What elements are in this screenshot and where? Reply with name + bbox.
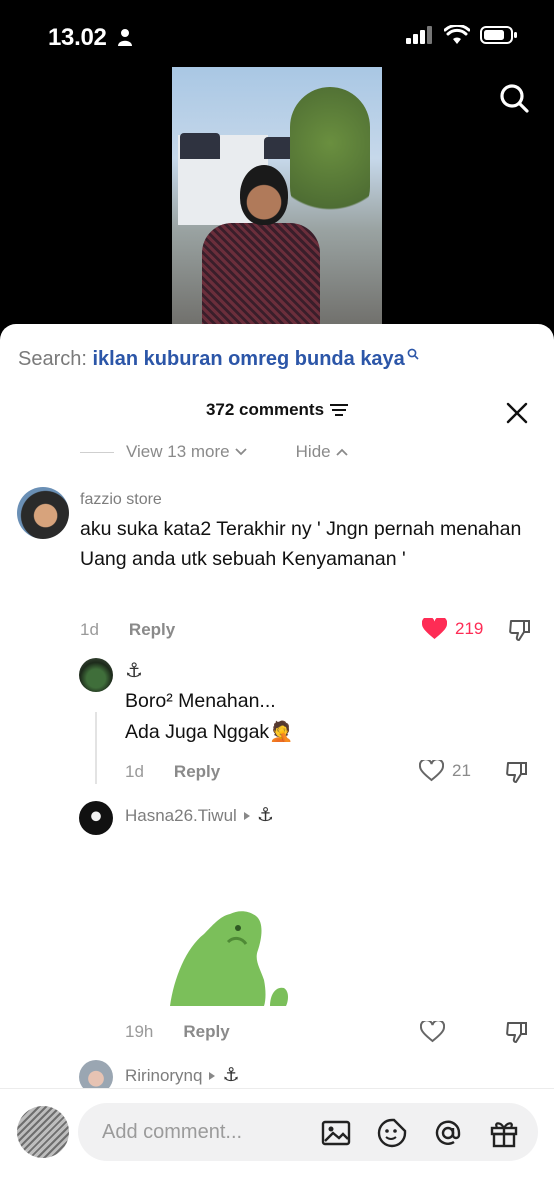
replies-controls: View 13 more Hide (80, 442, 349, 462)
like-button[interactable]: 219 (422, 618, 483, 640)
comments-header: 372 comments (0, 400, 554, 420)
reply-button[interactable]: Reply (183, 1022, 229, 1042)
reply-text-line2: Ada Juga Nggak🤦 (125, 721, 294, 743)
comment-count: 372 comments (205, 400, 325, 419)
sort-icon[interactable] (330, 403, 349, 417)
view-more-label: View 13 more (126, 442, 230, 461)
video-roof (180, 133, 220, 159)
my-avatar[interactable] (17, 1106, 69, 1158)
status-icons (406, 25, 518, 45)
search-small-icon (407, 348, 419, 360)
view-more-replies-button[interactable]: View 13 more (126, 442, 248, 462)
reply-button[interactable]: Reply (129, 620, 175, 640)
close-icon[interactable] (506, 402, 528, 424)
comment-age: 1d (80, 620, 99, 639)
dislike-icon[interactable] (508, 618, 532, 642)
search-prefix: Search: (18, 348, 87, 370)
comment-age: 1d (125, 762, 144, 781)
heart-outline-icon (419, 760, 444, 782)
comments-sheet: Search: iklan kuburan omreg bunda kaya 3… (0, 324, 554, 1199)
heart-filled-icon (422, 618, 447, 639)
dislike-icon[interactable] (505, 760, 529, 784)
cellular-signal-icon (406, 26, 432, 44)
comment-meta: 1d Reply (125, 762, 220, 782)
gift-icon[interactable] (488, 1117, 520, 1149)
username-text: Ririnorynq (125, 1065, 203, 1085)
heart-outline-icon[interactable] (420, 1021, 445, 1043)
video-person (202, 165, 320, 329)
chevron-down-icon (235, 448, 247, 456)
chevron-up-icon (335, 448, 348, 456)
sticker-icon[interactable] (376, 1117, 408, 1149)
related-search[interactable]: Search: iklan kuburan omreg bunda kaya (18, 348, 419, 371)
replied-to-username: ⚓ (222, 1065, 240, 1086)
comment-placeholder: Add comment... (102, 1120, 243, 1143)
reply-button[interactable]: Reply (174, 762, 220, 782)
replied-to-username: ⚓ (256, 805, 274, 826)
person-icon (118, 29, 132, 46)
reply-text-line1: Boro² Menahan... (125, 690, 276, 712)
image-icon[interactable] (320, 1117, 352, 1149)
comment-username[interactable]: fazzio store (80, 491, 162, 509)
caret-right-icon (243, 811, 250, 820)
divider (80, 451, 114, 453)
avatar[interactable] (79, 801, 113, 835)
avatar[interactable] (17, 487, 69, 539)
hide-replies-button[interactable]: Hide (296, 442, 349, 462)
caret-right-icon (209, 1071, 216, 1080)
comment-username[interactable]: ⚓ (125, 658, 143, 683)
comment-meta: 1d Reply (80, 620, 175, 640)
like-count: 21 (452, 761, 471, 780)
video-preview[interactable] (172, 67, 382, 329)
add-comment-input[interactable]: Add comment... (78, 1103, 538, 1161)
username-text: Hasna26.Tiwul (125, 805, 237, 825)
mention-icon[interactable] (432, 1117, 464, 1149)
thread-line (95, 712, 97, 784)
comment-username[interactable]: Hasna26.Tiwul ⚓ (125, 804, 274, 827)
battery-icon (480, 26, 517, 44)
wifi-icon (444, 25, 470, 44)
comment-username[interactable]: Ririnorynq ⚓ (125, 1064, 240, 1087)
comment-text: aku suka kata2 Terakhir ny ' Jngn pernah… (80, 518, 522, 570)
dislike-icon[interactable] (505, 1020, 529, 1044)
comment-meta: 19h Reply (125, 1022, 230, 1042)
search-query-link[interactable]: iklan kuburan omreg bunda kaya (93, 348, 405, 370)
search-icon[interactable] (498, 82, 530, 114)
frog-sticker (170, 911, 288, 1006)
like-count: 219 (455, 619, 484, 638)
hide-label: Hide (295, 442, 331, 461)
comment-composer: Add comment... (0, 1088, 554, 1199)
like-button[interactable]: 21 (419, 760, 471, 782)
comment-age: 19h (125, 1022, 154, 1041)
avatar[interactable] (79, 658, 113, 692)
status-bar: 13.02 (0, 0, 554, 68)
status-time: 13.02 (48, 24, 107, 51)
